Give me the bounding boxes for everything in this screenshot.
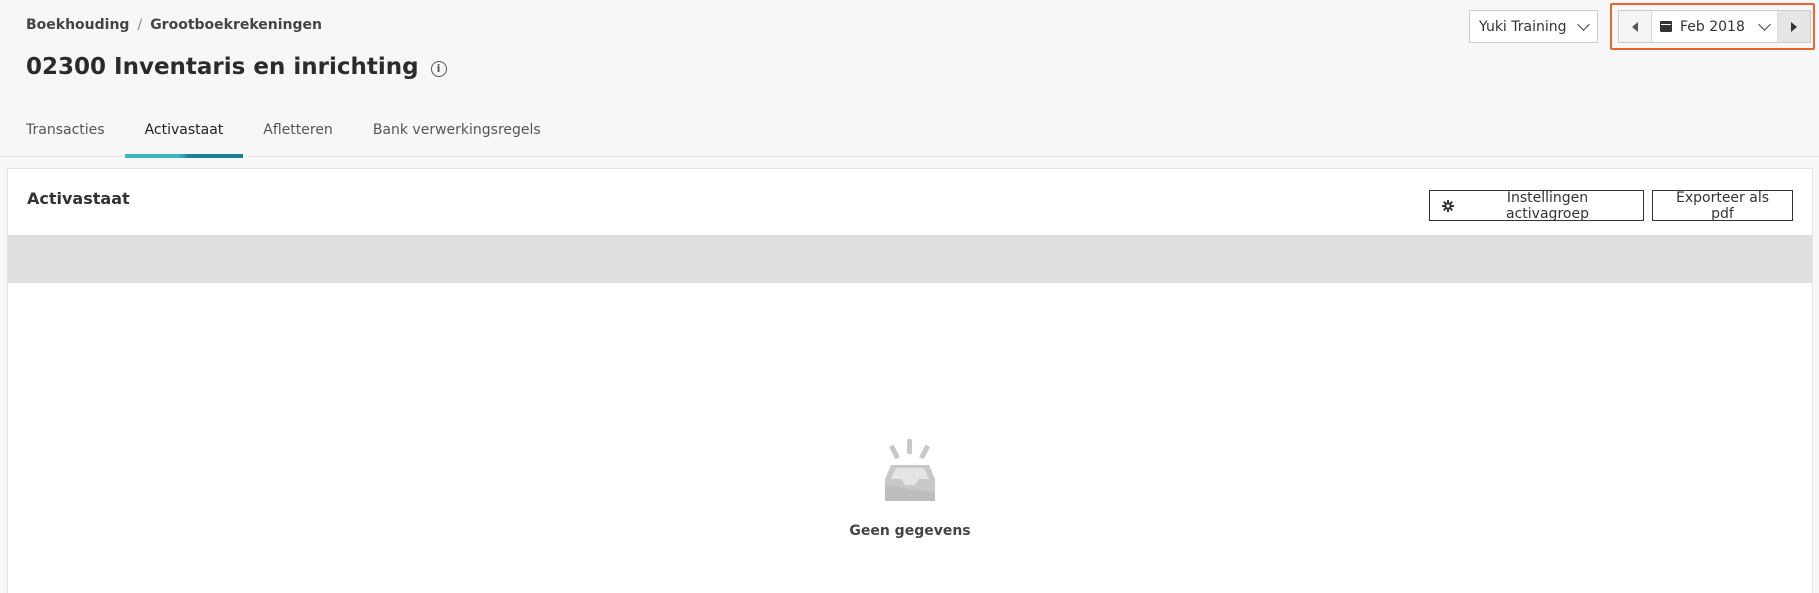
empty-state-text: Geen gegevens (849, 523, 971, 539)
empty-inbox-icon (885, 439, 935, 501)
info-icon[interactable]: i (430, 60, 447, 77)
company-select-value: Yuki Training (1479, 18, 1567, 35)
tab-afletteren[interactable]: Afletteren (243, 110, 353, 157)
activastaat-card: Activastaat Instellingen activagroep Exp… (7, 168, 1813, 593)
tab-transacties[interactable]: Transacties (6, 110, 125, 157)
title-row: 02300 Inventaris en inrichting i (26, 54, 447, 80)
company-select[interactable]: Yuki Training (1469, 10, 1598, 43)
table-header (8, 235, 1812, 283)
period-select[interactable]: Feb 2018 (1652, 11, 1777, 42)
page-title: 02300 Inventaris en inrichting (26, 54, 419, 80)
calendar-icon (1660, 21, 1672, 32)
period-picker: Feb 2018 (1618, 10, 1811, 43)
settings-activagroep-label: Instellingen activagroep (1506, 189, 1589, 222)
breadcrumb-item-boekhouding[interactable]: Boekhouding (26, 17, 129, 33)
breadcrumb-item-grootboekrekeningen[interactable]: Grootboekrekeningen (150, 17, 322, 33)
next-period-button[interactable] (1777, 11, 1810, 42)
settings-activagroep-button[interactable]: Instellingen activagroep (1429, 189, 1644, 222)
empty-state: Geen gegevens (8, 439, 1812, 539)
tab-bank-verwerkingsregels[interactable]: Bank verwerkingsregels (353, 110, 561, 157)
tab-activastaat[interactable]: Activastaat (124, 110, 244, 158)
caret-right-icon (1791, 21, 1797, 32)
chevron-down-icon (1577, 17, 1590, 31)
card-title: Activastaat (27, 189, 130, 208)
chevron-down-icon (1758, 17, 1771, 31)
page: Boekhouding / Grootboekrekeningen 02300 … (0, 0, 1819, 593)
breadcrumb-separator: / (137, 17, 143, 33)
caret-left-icon (1632, 21, 1638, 32)
period-select-value: Feb 2018 (1680, 18, 1745, 35)
export-pdf-button[interactable]: Exporteer als pdf (1652, 190, 1793, 222)
gear-icon (1442, 199, 1454, 212)
breadcrumb: Boekhouding / Grootboekrekeningen (26, 17, 322, 33)
tab-bar: Transacties Activastaat Afletteren Bank … (0, 110, 1819, 158)
previous-period-button[interactable] (1619, 11, 1652, 42)
